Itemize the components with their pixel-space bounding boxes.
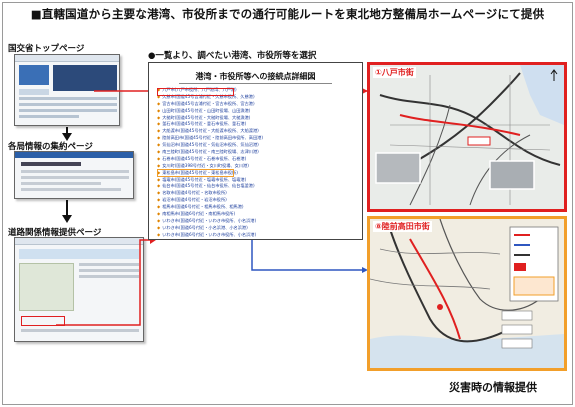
list-item[interactable]: ◆ 大槌町(国道45号付近・大槌町役場、大槌漁港)	[157, 115, 357, 122]
list-item[interactable]: ◆ 石巻市(国道45号付近・石巻市役所、石巻港)	[157, 156, 357, 163]
list-item[interactable]: ◆ 釜石市(国道45号付近・釜石市役所、釜石港)	[157, 121, 357, 128]
list-item[interactable]: ◆ いわき市(国道6号付近・小名浜港、小名浜港)	[157, 225, 357, 232]
selected-item-highlight	[157, 88, 234, 96]
map-rikuzentakata[interactable]: ⑧陸前高田市街	[367, 216, 567, 371]
list-item[interactable]: ◆ 塩竈市(国道45号付近・塩竈市役所、塩竈港)	[157, 177, 357, 184]
footer-caption: 災害時の情報提供	[449, 381, 537, 394]
list-item[interactable]: ◆ 仙台市(国道45号付近・仙台市役所、仙台塩釜港)	[157, 183, 357, 190]
map-label: ①八戸市街	[373, 67, 416, 78]
list-item[interactable]: ◆ 相馬市(国道6号付近・相馬市役所、相馬港)	[157, 204, 357, 211]
list-item[interactable]: ◆ 宮古市(国道45号吉浦付近・宮古市役所、宮古港)	[157, 101, 357, 108]
list-item[interactable]: ◆ 陸前高田市(国道45号付近・陸前高田市役所、高田港)	[157, 135, 357, 142]
selected-item-highlight-2	[157, 169, 234, 177]
map-label: ⑧陸前高田市街	[373, 221, 432, 232]
map-drawing	[370, 219, 564, 368]
list-item[interactable]: ◆ 山田町(国道45号付近・山田町役場、山田漁港)	[157, 108, 357, 115]
list-item[interactable]: ◆ 南三陸町(国道45号付近・南三陸町役場、志津川港)	[157, 149, 357, 156]
list-item[interactable]: ◆ 気仙沼市(国道45号付近・気仙沼市役所、気仙沼港)	[157, 142, 357, 149]
map-drawing	[370, 65, 564, 209]
port-list: ◆ 八戸市(八戸市役所、八戸港湾、八戸港) ◆ 久慈市(国道45号吉浦付近・久慈市役…	[157, 87, 357, 239]
port-list-panel: 港湾・市役所等への接続点詳細図 ◆ 八戸市(八戸市役所、八戸港湾、八戸港) ◆ 久慈…	[148, 62, 363, 240]
map-hachinohe[interactable]: ①八戸市街	[367, 62, 567, 212]
list-item[interactable]: ◆ 名取市(国道4号付近・名取市役所)	[157, 190, 357, 197]
list-item[interactable]: ◆ いわき市(国道6号付近・いわき市役所、小名浜港)	[157, 232, 357, 239]
list-heading: ●一覧より、調べたい港湾、市役所等を選択	[148, 51, 317, 61]
list-box-title: 港湾・市役所等への接続点詳細図	[195, 72, 316, 81]
list-item[interactable]: ◆ 南相馬市(国道6号付近・南相馬市役所)	[157, 211, 357, 218]
list-item[interactable]: ◆ 岩沼市(国道4号付近・岩沼市役所)	[157, 197, 357, 204]
list-item[interactable]: ◆ 大船渡市(国道45号付近・大船渡市役所、大船渡港)	[157, 128, 357, 135]
list-item[interactable]: ◆ いわき市(国道6号付近・いわき市役所、小名浜港)	[157, 218, 357, 225]
